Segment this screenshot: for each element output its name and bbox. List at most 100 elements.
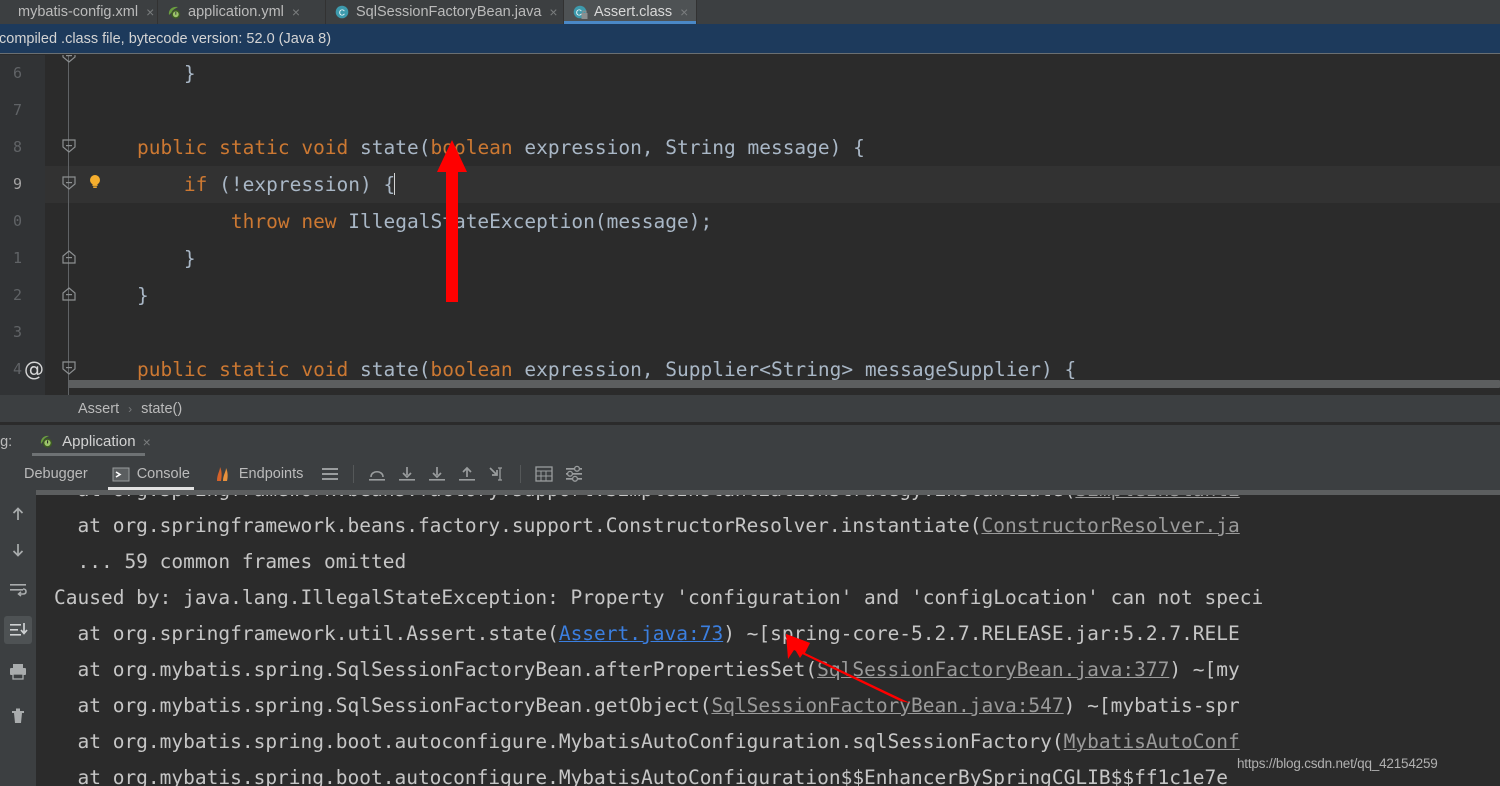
debug-tab-endpoints[interactable]: Endpoints: [202, 458, 316, 490]
stacktrace-link[interactable]: ConstructorResolver.ja: [981, 514, 1239, 537]
code-token: throw new: [230, 210, 349, 233]
close-icon[interactable]: ×: [292, 5, 300, 19]
editor-tab-2[interactable]: application.yml ×: [158, 0, 326, 24]
scroll-to-end-icon[interactable]: [4, 616, 32, 644]
print-icon[interactable]: [4, 658, 32, 686]
console-log-line[interactable]: ... 59 common frames omitted: [36, 544, 1500, 580]
code-token: }: [90, 247, 196, 270]
code-line[interactable]: }: [45, 240, 1500, 277]
fold-marker-icon: [62, 287, 76, 301]
console-log[interactable]: at org.springframework.beans.factory.sup…: [36, 490, 1500, 786]
code-line[interactable]: }: [45, 55, 1500, 92]
line-number: 9: [12, 175, 22, 193]
console-side-toolbar[interactable]: [0, 490, 36, 786]
stacktrace-link[interactable]: SqlSessionFactoryBean.java:377: [817, 658, 1169, 681]
console-log-line[interactable]: at org.springframework.util.Assert.state…: [36, 616, 1500, 652]
text-caret: [394, 173, 396, 195]
code-line[interactable]: if (!expression) {: [45, 388, 1500, 395]
console-icon: [112, 465, 130, 483]
settings-icon: [564, 464, 584, 484]
code-editor[interactable]: 6789012345@ } public static void state(b…: [0, 55, 1500, 395]
editor-gutter[interactable]: 6789012345@: [0, 55, 45, 395]
editor-tab-1[interactable]: mybatis-config.xml ×: [0, 0, 158, 24]
breadcrumb-item-2[interactable]: state(): [141, 401, 182, 417]
watermark: https://blog.csdn.net/qq_42154259: [1237, 756, 1438, 771]
breadcrumb-item-1[interactable]: Assert: [78, 401, 119, 417]
toolbar-separator: [520, 465, 522, 483]
console-log-line[interactable]: at org.springframework.beans.factory.sup…: [36, 508, 1500, 544]
console-log-line[interactable]: at org.mybatis.spring.SqlSessionFactoryB…: [36, 688, 1500, 724]
breadcrumb-separator: ›: [128, 401, 133, 416]
soft-wrap-icon: [8, 580, 28, 600]
log-text: at org.mybatis.spring.SqlSessionFactoryB…: [54, 658, 818, 681]
editor-tab-3[interactable]: C SqlSessionFactoryBean.java ×: [326, 0, 564, 24]
fold-guide-line: [68, 55, 69, 395]
console-log-line[interactable]: at org.mybatis.spring.boot.autoconfigure…: [36, 724, 1500, 760]
code-line[interactable]: throw new IllegalStateException(message)…: [45, 203, 1500, 240]
debug-tab-label: Endpoints: [238, 466, 304, 482]
run-configuration-tab-application[interactable]: Application ×: [32, 425, 157, 458]
close-icon[interactable]: ×: [146, 5, 154, 19]
code-line[interactable]: [45, 314, 1500, 351]
intention-bulb-icon[interactable]: [88, 174, 102, 191]
console-horizontal-scrollbar-top[interactable]: [36, 490, 1500, 495]
editor-horizontal-scrollbar[interactable]: [68, 380, 1500, 388]
run-to-cursor-icon[interactable]: [482, 459, 512, 489]
scroll-up-icon[interactable]: [4, 500, 32, 528]
decompiled-file-notification-bar: compiled .class file, bytecode version: …: [0, 24, 1500, 54]
debug-tab-debugger[interactable]: Debugger: [12, 458, 100, 490]
line-number: 2: [12, 286, 22, 304]
close-icon[interactable]: ×: [680, 5, 688, 19]
code-line[interactable]: public static void state(boolean express…: [45, 129, 1500, 166]
spring-boot-run-icon: [38, 433, 55, 450]
settings-icon[interactable]: [559, 459, 589, 489]
debug-tab-label: Console: [136, 466, 190, 482]
scroll-to-end-icon: [8, 620, 28, 640]
close-icon[interactable]: ×: [143, 434, 151, 450]
code-token: }: [90, 62, 196, 85]
notification-text: compiled .class file, bytecode version: …: [0, 30, 332, 47]
java-class-icon: C: [335, 5, 350, 20]
breadcrumb[interactable]: Assert › state(): [0, 395, 1500, 422]
debug-tool-window-header: ug: Application ×: [0, 425, 1500, 458]
code-line[interactable]: if (!expression) {: [45, 166, 1500, 203]
clear-all-icon[interactable]: [4, 702, 32, 730]
svg-text:C: C: [576, 7, 582, 17]
debug-toolbar[interactable]: Debugger Console Endpoints: [0, 458, 1500, 490]
code-line[interactable]: [45, 92, 1500, 129]
line-number: 8: [12, 138, 22, 156]
stacktrace-link[interactable]: MybatisAutoConf: [1064, 730, 1240, 753]
editor-tab-bar[interactable]: mybatis-config.xml × application.yml × C SqlS…: [0, 0, 1500, 24]
debug-tab-console[interactable]: Console: [100, 458, 202, 490]
editor-tab-label: application.yml: [188, 4, 284, 20]
evaluate-expression-icon[interactable]: [529, 459, 559, 489]
console-log-line[interactable]: at org.mybatis.spring.SqlSessionFactoryB…: [36, 652, 1500, 688]
editor-tab-4[interactable]: C Assert.class ×: [564, 0, 697, 24]
step-over-icon[interactable]: [362, 459, 392, 489]
log-text: ) ~[mybatis-spr: [1063, 694, 1240, 717]
editor-tab-label: SqlSessionFactoryBean.java: [356, 4, 542, 20]
step-out-icon[interactable]: [452, 459, 482, 489]
force-step-into-icon[interactable]: [422, 459, 452, 489]
log-text: ... 59 common frames omitted: [54, 550, 407, 573]
stacktrace-link[interactable]: SqlSessionFactoryBean.java:547: [711, 694, 1063, 717]
step-into-icon[interactable]: [392, 459, 422, 489]
step-over-icon: [367, 464, 387, 484]
code-token: public static void: [136, 136, 361, 159]
java-class-decompiled-icon: C: [573, 5, 588, 20]
console-log-line[interactable]: Caused by: java.lang.IllegalStateExcepti…: [36, 580, 1500, 616]
scroll-up-icon: [8, 504, 28, 524]
layout-menu-icon[interactable]: [315, 459, 345, 489]
print-icon: [8, 662, 28, 682]
clear-all-icon: [8, 706, 28, 726]
soft-wrap-icon[interactable]: [4, 576, 32, 604]
stacktrace-link[interactable]: Assert.java:73: [559, 622, 723, 645]
close-icon[interactable]: ×: [549, 5, 557, 19]
scroll-down-icon[interactable]: [4, 536, 32, 564]
code-content[interactable]: } public static void state(boolean expre…: [45, 55, 1500, 395]
console-output-panel[interactable]: at org.springframework.beans.factory.sup…: [0, 490, 1500, 786]
fold-marker-icon: [62, 139, 76, 153]
code-line[interactable]: }: [45, 277, 1500, 314]
